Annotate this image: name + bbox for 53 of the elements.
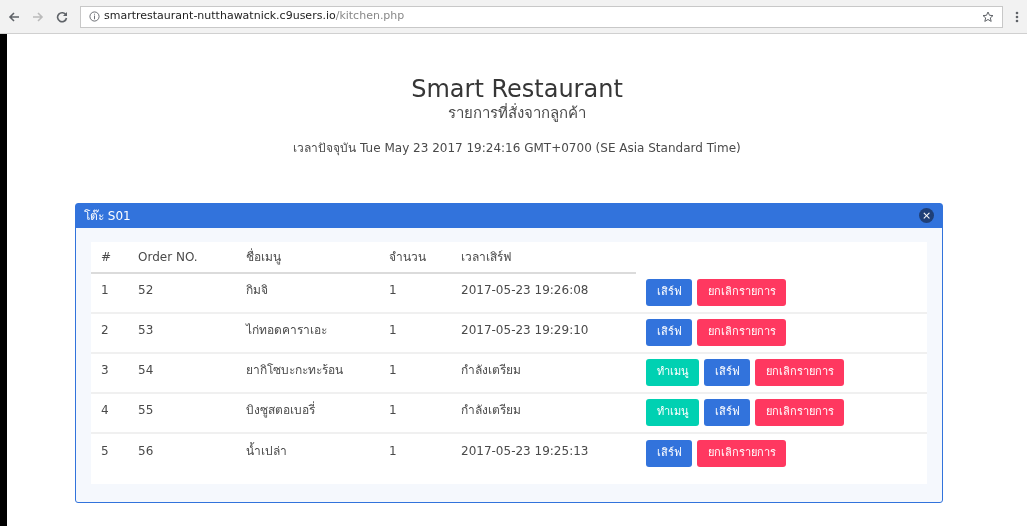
menu-name: น้ำเปล่า [246,443,287,458]
close-button[interactable]: × [919,208,934,223]
menu-name: ยากิโซบะกะทะร้อน [246,362,343,377]
serve-time: 2017-05-23 19:25:13 [461,443,589,458]
serve-button[interactable]: เสิร์ฟ [704,399,750,426]
column-header: เวลาเสิร์ฟ [461,249,511,264]
panel-title: โต๊ะ S01 [84,207,131,225]
cancel-button[interactable]: ยกเลิกรายการ [755,399,844,426]
quantity: 1 [389,282,397,297]
row-number: 3 [101,362,109,377]
quantity: 1 [389,402,397,417]
row-number: 4 [101,402,109,417]
menu-name: ไก่ทอดคาราเอะ [246,322,327,337]
address-bar[interactable]: smartrestaurant-nutthawatnick.c9users.io/kitchen.php [80,5,1003,28]
page-title: Smart Restaurant [411,74,623,103]
serve-button[interactable]: เสิร์ฟ [646,319,692,346]
order-number: 55 [138,402,154,417]
info-icon [89,11,100,22]
current-time: เวลาปัจจุบัน Tue May 23 2017 19:24:16 GMT+0700 (SE Asia Standard Time) [293,139,741,157]
serve-time: กำลังเตรียม [461,402,521,417]
serve-button[interactable]: เสิร์ฟ [646,279,692,306]
reload-icon[interactable] [56,10,68,23]
menu-name: บิงซูสตอเบอรี่ [246,402,315,417]
menu-icon[interactable] [1015,10,1019,23]
star-icon[interactable] [982,10,994,23]
page-subtitle: รายการที่สั่งจากลูกค้า [448,102,586,124]
cancel-button[interactable]: ยกเลิกรายการ [755,359,844,386]
column-header: Order NO. [138,249,198,264]
quantity: 1 [389,322,397,337]
serve-time: 2017-05-23 19:26:08 [461,282,589,297]
order-number: 52 [138,282,154,297]
quantity: 1 [389,362,397,377]
order-number: 56 [138,443,154,458]
menu-name: กิมจิ [246,282,268,297]
serve-button[interactable]: เสิร์ฟ [646,440,692,467]
column-header: จำนวน [389,249,426,264]
order-number: 53 [138,322,154,337]
quantity: 1 [389,443,397,458]
row-number: 5 [101,443,109,458]
back-icon[interactable] [8,10,20,23]
url-path: /kitchen.php [335,8,405,25]
column-header: # [101,249,112,264]
column-header: ชื่อเมนู [246,249,281,264]
cancel-button[interactable]: ยกเลิกรายการ [697,319,786,346]
url-host: smartrestaurant-nutthawatnick.c9users.io [104,8,336,25]
row-number: 1 [101,282,109,297]
cancel-button[interactable]: ยกเลิกรายการ [697,279,786,306]
serve-time: 2017-05-23 19:29:10 [461,322,589,337]
serve-button[interactable]: เสิร์ฟ [704,359,750,386]
serve-time: กำลังเตรียม [461,362,521,377]
cancel-button[interactable]: ยกเลิกรายการ [697,440,786,467]
order-number: 54 [138,362,154,377]
row-number: 2 [101,322,109,337]
